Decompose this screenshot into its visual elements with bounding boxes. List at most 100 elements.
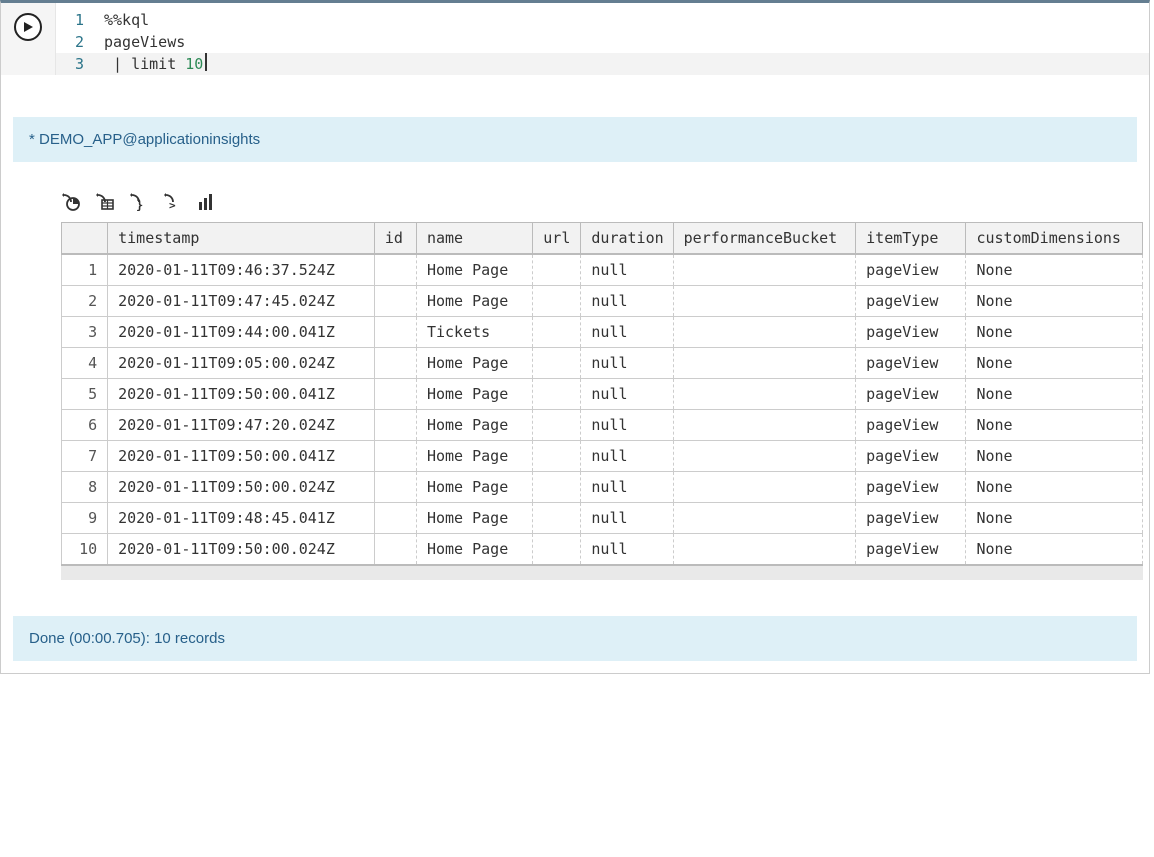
table-cell: None xyxy=(966,441,1143,472)
table-row[interactable]: 62020-01-11T09:47:20.024ZHome Pagenullpa… xyxy=(62,410,1143,441)
table-cell xyxy=(374,410,416,441)
table-cell xyxy=(533,254,581,286)
table-cell xyxy=(533,286,581,317)
table-cell xyxy=(673,317,856,348)
table-cell xyxy=(374,286,416,317)
table-cell: pageView xyxy=(856,441,966,472)
table-cell xyxy=(673,379,856,410)
table-cell: null xyxy=(581,379,673,410)
table-row[interactable]: 22020-01-11T09:47:45.024Z Home Page null pa… xyxy=(62,286,1143,317)
col-name[interactable]: name xyxy=(416,223,532,255)
table-cell: None xyxy=(966,348,1143,379)
connection-banner: * DEMO_APP@applicationinsights xyxy=(13,117,1137,162)
table-cell: 10 xyxy=(62,534,108,566)
col-duration[interactable]: duration xyxy=(581,223,673,255)
table-row[interactable]: 92020-01-11T09:48:45.041ZHome Pagenullpa… xyxy=(62,503,1143,534)
table-cell: 4 xyxy=(62,348,108,379)
table-cell: pageView xyxy=(856,286,966,317)
table-cell: 8 xyxy=(62,472,108,503)
table-cell: 9 xyxy=(62,503,108,534)
table-cell: None xyxy=(966,286,1143,317)
table-cell: 2020-01-11T09:50:00.024Z xyxy=(108,534,375,566)
table-row[interactable]: 102020-01-11T09:50:00.024Z Home Page null p… xyxy=(62,534,1143,566)
table-header: timestamp id name url duration performan… xyxy=(62,223,1143,255)
table-cell xyxy=(673,441,856,472)
table-cell: pageView xyxy=(856,410,966,441)
table-row[interactable]: 72020-01-11T09:50:00.041ZHome Pagenullpa… xyxy=(62,441,1143,472)
table-cell xyxy=(533,441,581,472)
table-cell: 2020-01-11T09:50:00.041Z xyxy=(108,379,375,410)
table-cell: 2 xyxy=(62,286,108,317)
table-cell: pageView xyxy=(856,348,966,379)
table-cell: null xyxy=(581,317,673,348)
table-cell: 6 xyxy=(62,410,108,441)
svg-text:>: > xyxy=(169,199,176,212)
table-cell: pageView xyxy=(856,534,966,566)
code-token-number: 10 xyxy=(185,53,203,75)
col-url[interactable]: url xyxy=(533,223,581,255)
play-icon xyxy=(22,21,34,33)
table-cell: 2020-01-11T09:50:00.024Z xyxy=(108,472,375,503)
table-cell: null xyxy=(581,503,673,534)
table-cell: null xyxy=(581,286,673,317)
table-cell: Home Page xyxy=(416,534,532,566)
code-editor[interactable]: 1 %%kql 2 pageViews 3 | limit 10 xyxy=(56,3,1149,81)
line-number: 3 xyxy=(56,53,104,75)
table-cell: pageView xyxy=(856,503,966,534)
table-cell: Home Page xyxy=(416,348,532,379)
refresh-code-icon[interactable]: > xyxy=(163,192,183,212)
col-id[interactable]: id xyxy=(374,223,416,255)
code-line: 3 | limit 10 xyxy=(56,53,1149,75)
table-cell xyxy=(673,254,856,286)
code-token: %%kql xyxy=(104,9,149,31)
editor-cursor xyxy=(205,53,207,71)
table-cell: pageView xyxy=(856,317,966,348)
table-cell: Home Page xyxy=(416,286,532,317)
refresh-grid-icon[interactable] xyxy=(95,192,115,212)
table-cell: 2020-01-11T09:48:45.041Z xyxy=(108,503,375,534)
table-cell: null xyxy=(581,534,673,566)
run-gutter xyxy=(1,3,56,75)
table-cell: None xyxy=(966,379,1143,410)
refresh-braces-icon[interactable]: } xyxy=(129,192,149,212)
col-customdimensions[interactable]: customDimensions xyxy=(966,223,1143,255)
table-row[interactable]: 12020-01-11T09:46:37.524ZHome Pagenullpa… xyxy=(62,254,1143,286)
table-cell xyxy=(673,503,856,534)
refresh-pie-icon[interactable] xyxy=(61,192,81,212)
table-cell: Tickets xyxy=(416,317,532,348)
table-cell: Home Page xyxy=(416,472,532,503)
table-cell xyxy=(673,472,856,503)
table-cell: 3 xyxy=(62,317,108,348)
horizontal-scrollbar[interactable] xyxy=(61,566,1143,580)
run-button[interactable] xyxy=(14,13,42,41)
table-cell xyxy=(374,503,416,534)
bar-chart-icon[interactable] xyxy=(197,192,217,212)
svg-text:}: } xyxy=(136,198,143,212)
table-cell: None xyxy=(966,317,1143,348)
table-row[interactable]: 52020-01-11T09:50:00.041ZHome Pagenullpa… xyxy=(62,379,1143,410)
table-row[interactable]: 42020-01-11T09:05:00.024ZHome Pagenullpa… xyxy=(62,348,1143,379)
col-performancebucket[interactable]: performanceBucket xyxy=(673,223,856,255)
table-cell: null xyxy=(581,254,673,286)
table-cell: 2020-01-11T09:46:37.524Z xyxy=(108,254,375,286)
output-toolbar: } > xyxy=(1,162,1149,222)
table-cell xyxy=(533,472,581,503)
table-cell xyxy=(374,379,416,410)
table-cell xyxy=(533,410,581,441)
table-cell: null xyxy=(581,348,673,379)
table-cell: None xyxy=(966,410,1143,441)
status-banner: Done (00:00.705): 10 records xyxy=(13,616,1137,661)
table-cell: 7 xyxy=(62,441,108,472)
col-timestamp[interactable]: timestamp xyxy=(108,223,375,255)
table-cell: pageView xyxy=(856,254,966,286)
col-itemtype[interactable]: itemType xyxy=(856,223,966,255)
table-cell: Home Page xyxy=(416,441,532,472)
table-row[interactable]: 32020-01-11T09:44:00.041ZTicketsnullpage… xyxy=(62,317,1143,348)
table-row[interactable]: 82020-01-11T09:50:00.024ZHome Pagenullpa… xyxy=(62,472,1143,503)
col-index[interactable] xyxy=(62,223,108,255)
table-cell: 2020-01-11T09:47:45.024Z xyxy=(108,286,375,317)
table-cell: pageView xyxy=(856,472,966,503)
table-cell: None xyxy=(966,534,1143,566)
table-cell: None xyxy=(966,254,1143,286)
code-line: 2 pageViews xyxy=(56,31,1149,53)
